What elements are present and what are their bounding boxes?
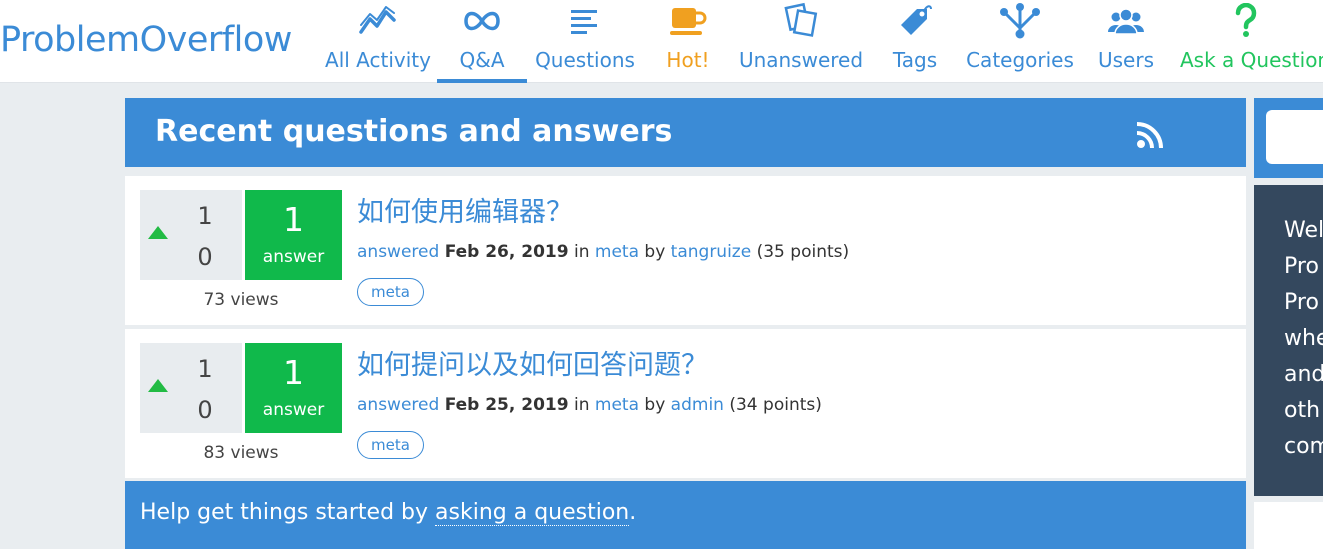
tag-meta[interactable]: meta <box>357 431 424 459</box>
coffee-cup-icon <box>650 4 726 38</box>
nav-tags[interactable]: Tags <box>880 0 950 83</box>
user-link[interactable]: tangruize <box>671 242 752 262</box>
nav-label: Tags <box>892 48 938 72</box>
nav-label: Q&A <box>459 48 505 72</box>
nav-label: Ask a Question <box>1180 48 1323 72</box>
answer-count-box: 1 answer <box>245 190 342 280</box>
nav-qa[interactable]: Q&A <box>437 0 527 83</box>
sidebar-welcome-box: Wel Pro Pro whe and oth com <box>1254 185 1323 496</box>
nav-label: Categories <box>966 48 1074 72</box>
question-mark-icon <box>1176 3 1323 38</box>
recent-qa-header: Recent questions and answers <box>125 98 1246 167</box>
answer-date: Feb 25, 2019 <box>444 395 569 415</box>
nav-label: Hot! <box>666 48 710 72</box>
welcome-text-line: oth <box>1284 398 1321 423</box>
nav-label: Questions <box>535 48 635 72</box>
answer-label: answer <box>262 247 325 267</box>
category-link[interactable]: meta <box>595 395 639 415</box>
nav-unanswered[interactable]: Unanswered <box>737 0 865 83</box>
question-meta: answered Feb 26, 2019 in meta by tangrui… <box>357 242 849 262</box>
question-list-item: 1 0 1 answer 83 views 如何提问以及如何回答问题？ answ… <box>125 329 1246 478</box>
nav-hot[interactable]: Hot! <box>650 0 726 83</box>
question-meta: answered Feb 25, 2019 in meta by admin (… <box>357 395 822 415</box>
search-input[interactable] <box>1266 110 1323 164</box>
nav-ask-question[interactable]: Ask a Question <box>1176 0 1323 83</box>
ask-question-link[interactable]: asking a question <box>435 500 630 526</box>
question-title-link[interactable]: 如何使用编辑器？ <box>357 190 573 229</box>
welcome-text-line: Wel <box>1284 218 1323 243</box>
category-link[interactable]: meta <box>595 242 639 262</box>
nav-label: All Activity <box>325 48 431 72</box>
vote-up-icon[interactable] <box>148 226 168 239</box>
tag-meta[interactable]: meta <box>357 278 424 306</box>
page-title: Recent questions and answers <box>155 114 673 149</box>
sidebar-search-panel <box>1254 98 1323 178</box>
infinity-icon <box>437 4 527 38</box>
welcome-text-line: Pro <box>1284 290 1319 315</box>
site-logo[interactable]: ProblemOverflow <box>0 20 292 60</box>
answer-label: answer <box>262 400 325 420</box>
welcome-text-line: com <box>1284 434 1323 459</box>
nav-questions[interactable]: Questions <box>532 0 638 83</box>
votes-down: 0 <box>197 396 213 424</box>
sidebar-lower-panel <box>1254 502 1323 549</box>
cards-icon <box>737 2 865 38</box>
view-count: 83 views <box>203 443 279 463</box>
vote-up-icon[interactable] <box>148 379 168 392</box>
answer-date: Feb 26, 2019 <box>444 242 569 262</box>
vote-box: 1 0 <box>140 343 242 433</box>
nav-label: Users <box>1097 48 1154 72</box>
net-votes: 1 <box>197 355 213 383</box>
answer-count: 1 <box>283 200 304 239</box>
answered-link[interactable]: answered <box>357 242 439 262</box>
question-list-item: 1 0 1 answer 73 views 如何使用编辑器？ answered … <box>125 176 1246 325</box>
answer-count-box: 1 answer <box>245 343 342 433</box>
user-points: (34 points) <box>729 395 822 415</box>
question-title-link[interactable]: 如何提问以及如何回答问题？ <box>357 343 708 382</box>
top-navbar: ProblemOverflow All Activity Q&A Questio… <box>0 0 1323 83</box>
votes-down: 0 <box>197 243 213 271</box>
help-prefix: Help get things started by <box>140 500 436 525</box>
users-icon <box>1094 4 1158 38</box>
help-suffix: . <box>629 500 637 525</box>
welcome-text-line: and <box>1284 362 1323 387</box>
meta-in: in <box>573 242 590 262</box>
help-text: Help get things started by asking a ques… <box>140 500 637 526</box>
tag-icon <box>880 4 950 38</box>
activity-chart-icon <box>322 4 434 38</box>
net-votes: 1 <box>197 202 213 230</box>
meta-by: by <box>644 395 666 415</box>
view-count: 73 views <box>203 290 279 310</box>
meta-by: by <box>644 242 666 262</box>
nav-categories[interactable]: Categories <box>962 0 1078 83</box>
hierarchy-icon <box>962 3 1078 39</box>
nav-users[interactable]: Users <box>1094 0 1158 83</box>
nav-label: Unanswered <box>738 48 864 72</box>
welcome-text-line: Pro <box>1284 254 1319 279</box>
nav-all-activity[interactable]: All Activity <box>322 0 434 83</box>
user-points: (35 points) <box>756 242 850 262</box>
user-link[interactable]: admin <box>671 395 724 415</box>
list-lines-icon <box>532 4 638 38</box>
meta-in: in <box>573 395 590 415</box>
answer-count: 1 <box>283 353 304 392</box>
answered-link[interactable]: answered <box>357 395 439 415</box>
help-suggestion-bar: Help get things started by asking a ques… <box>125 481 1246 549</box>
rss-icon[interactable] <box>1133 118 1167 152</box>
welcome-text-line: whe <box>1284 326 1323 351</box>
active-indicator <box>437 79 527 83</box>
vote-box: 1 0 <box>140 190 242 280</box>
